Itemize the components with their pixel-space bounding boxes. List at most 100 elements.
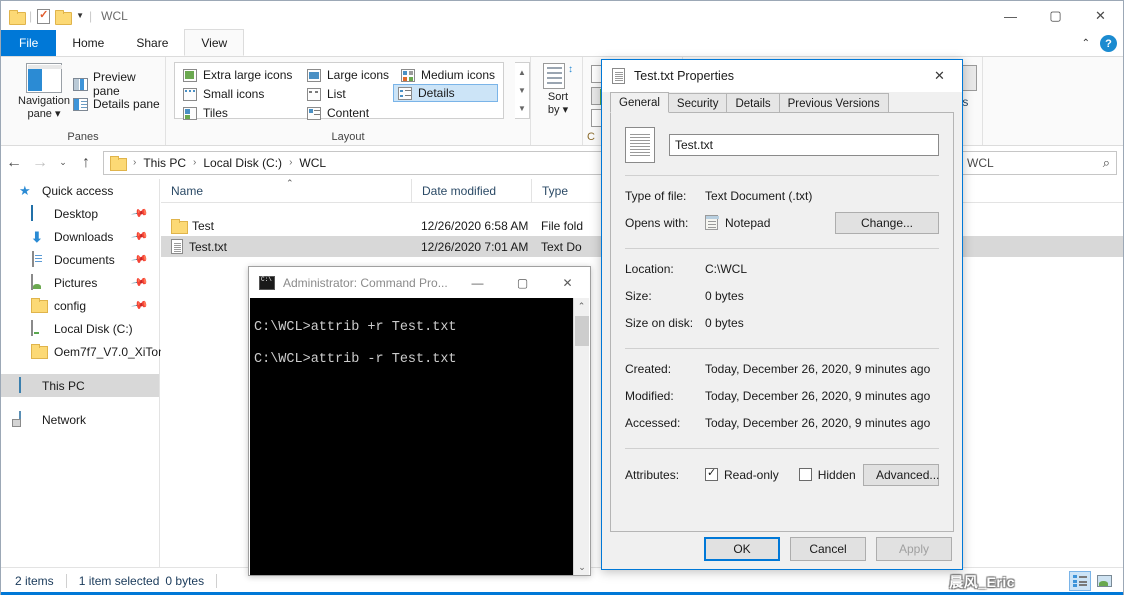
tab-previous-versions[interactable]: Previous Versions xyxy=(778,93,889,113)
minimize-button[interactable]: — xyxy=(988,1,1033,31)
scroll-down-icon[interactable]: ▼ xyxy=(518,86,526,95)
extra-large-icons-icon xyxy=(183,68,197,82)
tab-view[interactable]: View xyxy=(184,29,245,56)
tab-home[interactable]: Home xyxy=(56,30,120,56)
tab-general[interactable]: General xyxy=(610,92,669,113)
scrollbar-thumb[interactable] xyxy=(575,316,589,346)
tab-details[interactable]: Details xyxy=(726,93,780,113)
sidebar-item-label: Oem7f7_V7.0_XiTon xyxy=(54,344,165,359)
command-prompt-window[interactable]: Administrator: Command Pro... — ▢ ✕ C:\W… xyxy=(248,266,591,576)
breadcrumb-item-this-pc[interactable]: This PC xyxy=(141,156,188,170)
tab-security[interactable]: Security xyxy=(667,93,728,113)
sidebar-item-local-disk[interactable]: Local Disk (C:) xyxy=(1,317,159,340)
cmd-window-controls: — ▢ ✕ xyxy=(455,267,590,298)
up-button[interactable]: ↑ xyxy=(73,150,99,176)
cmd-maximize-button[interactable]: ▢ xyxy=(500,267,545,298)
large-icons-view-button[interactable] xyxy=(1093,571,1115,591)
pin-icon[interactable]: 📌 xyxy=(131,273,150,292)
console-output[interactable]: C:\WCL>attrib +r Test.txt C:\WCL>attrib … xyxy=(250,298,574,575)
layout-large-icons[interactable]: Large icons xyxy=(303,66,393,84)
sidebar-item-this-pc[interactable]: This PC xyxy=(1,374,159,397)
sidebar-item-config[interactable]: config 📌 xyxy=(1,294,159,317)
sidebar-item-oem[interactable]: Oem7f7_V7.0_XiTon xyxy=(1,340,165,363)
type-of-file-row: Type of file: Text Document (.txt) xyxy=(611,182,953,209)
details-pane-button[interactable]: Details pane xyxy=(73,97,160,111)
search-icon[interactable]: ⌕ xyxy=(1103,155,1110,171)
pin-icon[interactable]: 📌 xyxy=(131,250,150,269)
hidden-checkbox[interactable]: Hidden xyxy=(798,468,856,482)
ok-button[interactable]: OK xyxy=(704,537,780,561)
chevron-down-icon[interactable]: ▼ xyxy=(76,12,84,20)
layout-label: Details xyxy=(418,86,455,100)
sort-by-label-2: by xyxy=(547,104,560,116)
layout-extra-large-icons[interactable]: Extra large icons xyxy=(179,66,296,84)
tab-share[interactable]: Share xyxy=(120,30,184,56)
tiles-icon xyxy=(183,106,197,120)
layout-small-icons[interactable]: Small icons xyxy=(179,85,268,103)
pin-icon[interactable]: 📌 xyxy=(131,296,150,315)
dialog-close-button[interactable]: ✕ xyxy=(917,60,962,92)
scroll-up-icon[interactable]: ⌃ xyxy=(574,298,589,314)
disk-icon xyxy=(31,319,47,337)
console-scrollbar[interactable]: ⌃ ⌄ xyxy=(573,298,589,575)
search-box[interactable]: ⌕ xyxy=(957,150,1117,175)
new-folder-icon[interactable] xyxy=(9,9,26,25)
cmd-minimize-button[interactable]: — xyxy=(455,267,500,298)
preview-pane-button[interactable]: Preview pane xyxy=(73,70,165,98)
collapse-ribbon-icon[interactable]: ⌃ xyxy=(1082,38,1090,49)
pin-icon[interactable]: 📌 xyxy=(131,204,150,223)
chevron-down-icon[interactable]: ▾ xyxy=(52,108,61,120)
properties-dialog[interactable]: Test.txt Properties ✕ General Security D… xyxy=(601,59,963,570)
folder-icon[interactable] xyxy=(55,9,73,25)
details-view-button[interactable] xyxy=(1069,571,1091,591)
layout-content[interactable]: Content xyxy=(303,104,373,122)
text-file-icon xyxy=(625,127,655,163)
layout-list[interactable]: List xyxy=(303,85,350,103)
sidebar-item-documents[interactable]: Documents 📌 xyxy=(1,248,159,271)
file-name-input[interactable] xyxy=(669,134,939,156)
back-button[interactable]: ← xyxy=(1,150,27,176)
scroll-down-icon[interactable]: ⌄ xyxy=(574,559,590,575)
layout-gallery-scrollbar[interactable]: ▲ ▼ ▼ xyxy=(515,62,530,119)
chevron-down-icon[interactable]: ▾ xyxy=(560,104,569,116)
sidebar-item-desktop[interactable]: Desktop 📌 xyxy=(1,202,159,225)
recent-locations-button[interactable]: ⌄ xyxy=(53,150,73,176)
navigation-pane-button[interactable]: Navigation pane ▾ xyxy=(13,63,75,121)
help-icon[interactable]: ? xyxy=(1100,35,1117,52)
sidebar-item-downloads[interactable]: ⬇ Downloads 📌 xyxy=(1,225,159,248)
accessed-row: Accessed: Today, December 26, 2020, 9 mi… xyxy=(611,409,953,436)
sidebar-item-quick-access[interactable]: ★ Quick access xyxy=(1,179,159,202)
forward-button[interactable]: → xyxy=(27,150,53,176)
advanced-button[interactable]: Advanced... xyxy=(863,463,939,486)
change-button[interactable]: Change... xyxy=(835,211,939,234)
expand-gallery-icon[interactable]: ▼ xyxy=(518,104,526,113)
location-label: Location: xyxy=(625,261,674,276)
layout-tiles[interactable]: Tiles xyxy=(179,104,232,122)
readonly-checkbox[interactable]: Read-only xyxy=(705,466,779,482)
search-input[interactable] xyxy=(965,154,1095,171)
checkbox-icon[interactable] xyxy=(798,468,812,481)
cmd-close-button[interactable]: ✕ xyxy=(545,267,590,298)
breadcrumb-item-wcl[interactable]: WCL xyxy=(297,156,328,170)
quick-access-toolbar: | ▼ | xyxy=(1,8,92,25)
close-button[interactable]: ✕ xyxy=(1078,1,1123,31)
cancel-button[interactable]: Cancel xyxy=(790,537,866,561)
breadcrumb-item-local-disk[interactable]: Local Disk (C:) xyxy=(201,156,284,170)
checkbox-icon[interactable] xyxy=(705,466,718,481)
sidebar-item-pictures[interactable]: Pictures 📌 xyxy=(1,271,159,294)
properties-icon[interactable] xyxy=(37,8,51,24)
column-header-date-modified[interactable]: Date modified xyxy=(411,178,531,203)
column-header-name[interactable]: Name ⌃ xyxy=(161,178,411,203)
maximize-button[interactable]: ▢ xyxy=(1033,1,1078,31)
scroll-up-icon[interactable]: ▲ xyxy=(518,68,526,77)
network-icon xyxy=(19,410,35,428)
sidebar-item-network[interactable]: Network xyxy=(1,408,159,431)
sort-by-button[interactable]: ↕ Sort by ▾ xyxy=(537,61,579,117)
tab-file[interactable]: File xyxy=(1,30,57,56)
layout-medium-icons[interactable]: Medium icons xyxy=(397,66,499,84)
apply-button[interactable]: Apply xyxy=(876,537,952,561)
pin-icon[interactable]: 📌 xyxy=(131,227,150,246)
layout-details[interactable]: Details xyxy=(393,84,498,102)
sidebar-item-label: This PC xyxy=(42,378,85,393)
status-selection: 1 item selected xyxy=(78,574,160,588)
